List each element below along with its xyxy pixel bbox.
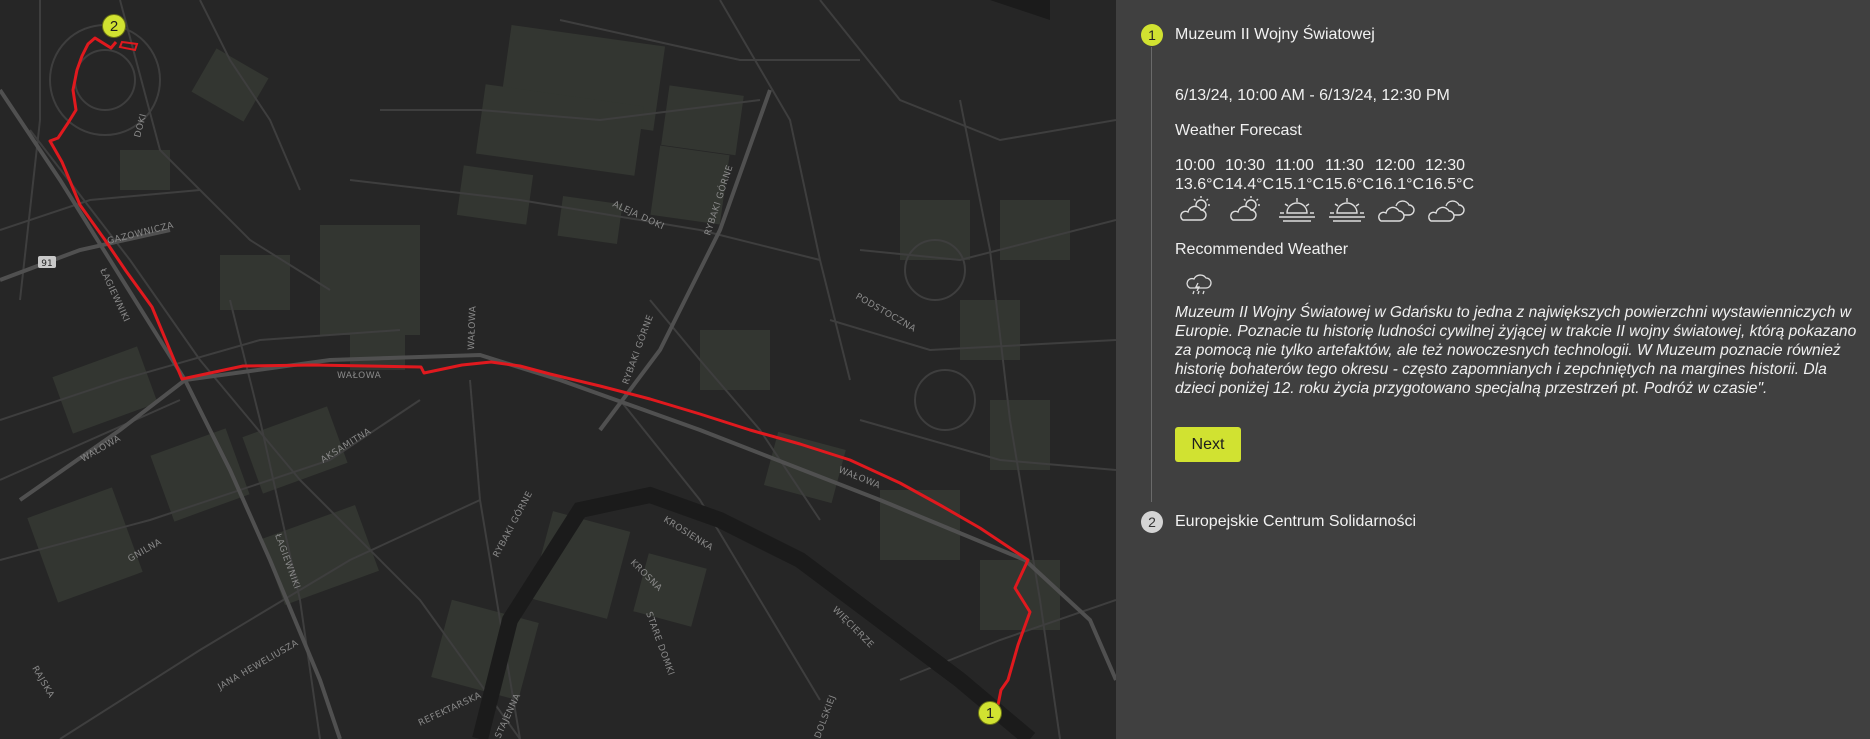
road-badge: 91 (38, 256, 56, 269)
cloudy-icon (1378, 200, 1415, 222)
step-1-icon[interactable]: 1 (1141, 24, 1163, 46)
street-label-walowa-north: WAŁOWA (467, 305, 479, 350)
forecast-time: 11:30 (1325, 157, 1364, 174)
forecast-temp: 15.1°C (1275, 176, 1325, 193)
street-label-gazownicza: GAZOWNICZA (106, 221, 175, 247)
stepper-connector (1151, 47, 1152, 502)
street-label-jana-heweliusza: JANA HEWELIUSZA (216, 638, 301, 693)
street-label-walowa-southwest: WAŁOWA (80, 434, 124, 465)
street-label-rybaki-gorne-mid: RYBAKI GÓRNE (620, 313, 656, 386)
sunrise-icon (1329, 198, 1365, 222)
street-label-dolskiej: DOLSKIEJ (813, 694, 838, 739)
forecast-temp: 15.6°C (1325, 176, 1375, 193)
step-1-number: 1 (1148, 27, 1156, 43)
street-label-walowa-west: WAŁOWA (337, 371, 382, 381)
sunrise-icon (1279, 198, 1315, 222)
recommended-weather-heading: Recommended Weather (1175, 241, 1349, 258)
map-marker-1[interactable]: 1 (978, 701, 1002, 725)
street-label-rajska: RAJSKA (29, 665, 55, 701)
forecast-time: 12:30 (1425, 157, 1466, 174)
map-marker-2-label: 2 (109, 18, 119, 35)
map-view[interactable]: 91 DOKI GAZOWNICZA ŁAGIEWNIKI WAŁOWA ALE… (0, 0, 1116, 739)
forecast-time: 12:00 (1375, 157, 1416, 174)
forecast-time: 10:30 (1225, 157, 1266, 174)
map-marker-2[interactable]: 2 (102, 14, 126, 38)
step-2-number: 2 (1148, 514, 1156, 530)
route-end-detail (118, 40, 139, 52)
rain-cloud-icon (1186, 274, 1212, 295)
visit-time-range: 6/13/24, 10:00 AM - 6/13/24, 12:30 PM (1175, 87, 1450, 104)
forecast-time: 11:00 (1275, 157, 1314, 174)
street-label-doki: DOKI (133, 112, 149, 138)
street-label-refektarska: REFEKTARSKA (417, 691, 483, 729)
step-2-icon[interactable]: 2 (1141, 511, 1163, 533)
next-button[interactable]: Next (1175, 427, 1241, 462)
forecast-temp: 14.4°C (1225, 176, 1275, 193)
street-label-lagiewniki-north: ŁAGIEWNIKI (97, 266, 131, 324)
forecast-temp: 13.6°C (1175, 176, 1225, 193)
partly-cloudy-icon (1180, 196, 1210, 221)
road-badge-label: 91 (41, 259, 52, 269)
place-description: Muzeum II Wojny Światowej w Gdańsku to j… (1175, 304, 1857, 397)
step-1-title[interactable]: Muzeum II Wojny Światowej (1175, 26, 1375, 44)
water-patch (990, 0, 1050, 20)
street-label-podstoczna: PODSTOCZNA (854, 292, 918, 335)
forecast-temp: 16.1°C (1375, 176, 1425, 193)
itinerary-panel: 1 Muzeum II Wojny Światowej 6/13/24, 10:… (1116, 0, 1870, 739)
cloudy-icon (1428, 200, 1465, 222)
map-canvas[interactable]: 91 DOKI GAZOWNICZA ŁAGIEWNIKI WAŁOWA ALE… (0, 0, 1116, 739)
weather-forecast-heading: Weather Forecast (1175, 122, 1302, 139)
weather-forecast-table: 10:00 10:30 11:00 11:30 12:00 12:30 13.6… (1175, 157, 1475, 223)
forecast-temp: 16.5°C (1425, 176, 1475, 193)
street-label-rybaki-gorne-south: RYBAKI GÓRNE (490, 489, 535, 560)
forecast-time: 10:00 (1175, 157, 1216, 174)
step-2-title[interactable]: Europejskie Centrum Solidarności (1175, 513, 1416, 531)
partly-cloudy-icon (1230, 196, 1260, 221)
map-marker-1-label: 1 (985, 705, 995, 722)
